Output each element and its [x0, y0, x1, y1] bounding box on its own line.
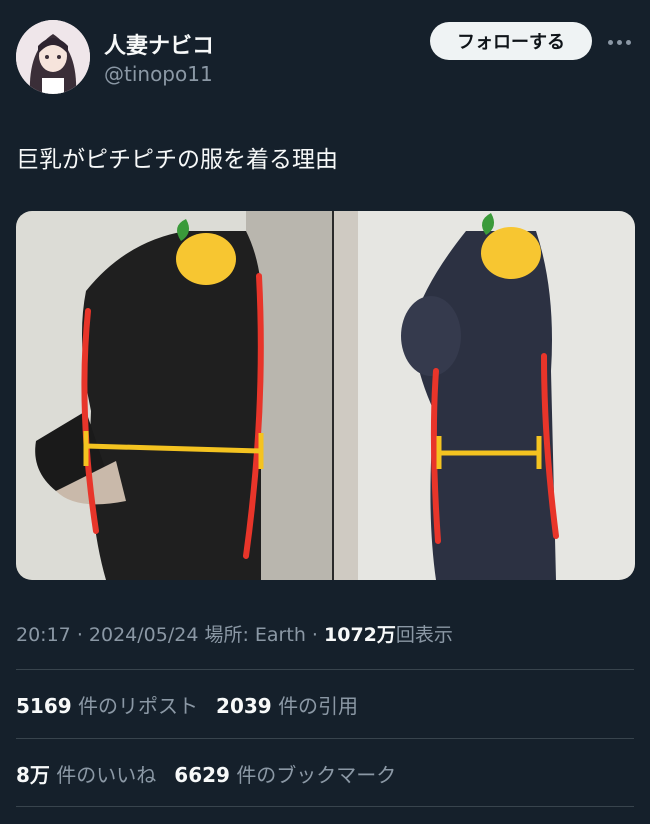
like-stats: 8万 件のいいね 6629 件のブックマーク — [16, 759, 396, 788]
more-options-icon[interactable] — [608, 32, 634, 52]
avatar[interactable] — [16, 20, 90, 94]
tweet-header: 人妻ナビコ @tinopo11 フォローする — [16, 18, 634, 98]
meta-separator: · — [76, 624, 89, 646]
divider — [16, 669, 634, 670]
views-label: 回表示 — [395, 624, 453, 646]
comparison-photo — [16, 211, 635, 580]
divider — [16, 806, 634, 807]
tweet-time[interactable]: 20:17 — [16, 624, 71, 646]
tweet-location: 場所: Earth — [204, 624, 306, 646]
tweet-meta: 20:17 · 2024/05/24 場所: Earth · 1072万回表示 — [16, 620, 453, 647]
tweet-date[interactable]: 2024/05/24 — [89, 624, 199, 646]
follow-button[interactable]: フォローする — [430, 22, 592, 60]
repost-stats: 5169 件のリポスト 2039 件の引用 — [16, 690, 358, 719]
views-count: 1072万 — [324, 624, 396, 646]
reposts-stat[interactable]: 5169 件のリポスト — [16, 690, 198, 719]
likes-stat[interactable]: 8万 件のいいね — [16, 759, 156, 788]
tweet-image[interactable] — [16, 211, 635, 580]
meta-separator: · — [311, 624, 325, 646]
quotes-stat[interactable]: 2039 件の引用 — [216, 690, 358, 719]
divider — [16, 738, 634, 739]
bookmarks-stat[interactable]: 6629 件のブックマーク — [174, 759, 396, 788]
user-handle[interactable]: @tinopo11 — [104, 62, 213, 86]
display-name[interactable]: 人妻ナビコ — [104, 28, 214, 60]
avatar-image — [16, 20, 90, 94]
tweet-text: 巨乳がピチピチの服を着る理由 — [16, 147, 338, 173]
